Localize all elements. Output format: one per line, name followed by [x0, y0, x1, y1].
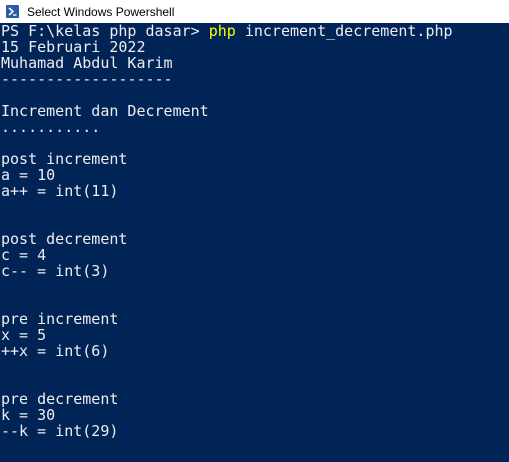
window-title: Select Windows Powershell	[27, 4, 175, 19]
command-arguments: increment_decrement.php	[235, 23, 453, 40]
output-line: x = 5	[1, 326, 47, 344]
output-line: 15 Februari 2022	[1, 38, 146, 56]
output-line: c = 4	[1, 246, 47, 264]
output-line: Muhamad Abdul Karim	[1, 54, 173, 72]
console-output[interactable]: PS F:\kelas php dasar> php increment_dec…	[0, 23, 509, 462]
powershell-icon	[6, 5, 19, 18]
title-bar[interactable]: Select Windows Powershell	[0, 0, 509, 23]
output-line: pre increment	[1, 310, 119, 328]
output-line: --k = int(29)	[1, 422, 119, 440]
output-line: pre decrement	[1, 390, 119, 408]
output-line: ...........	[1, 118, 101, 136]
output-line: -------------------	[1, 70, 173, 88]
output-line: k = 30	[1, 406, 56, 424]
output-line: c-- = int(3)	[1, 262, 110, 280]
command-name: php	[208, 23, 236, 40]
command-line: PS F:\kelas php dasar> php increment_dec…	[1, 23, 509, 39]
output-line: Increment dan Decrement	[1, 102, 209, 120]
output-line: a = 10	[1, 166, 56, 184]
output-line: ++x = int(6)	[1, 342, 110, 360]
output-line: post increment	[1, 150, 128, 168]
powershell-window: Select Windows Powershell PS F:\kelas ph…	[0, 0, 509, 462]
output-line: post decrement	[1, 230, 128, 248]
output-line: a++ = int(11)	[1, 182, 119, 200]
